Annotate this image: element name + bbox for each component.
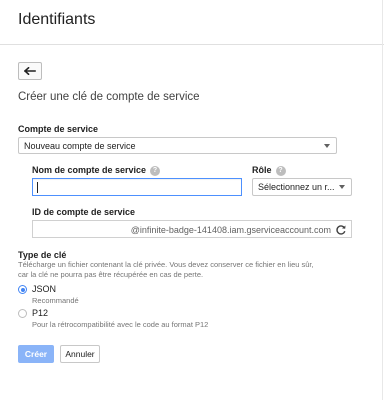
json-hint: Recommandé	[32, 296, 79, 305]
json-label[interactable]: JSON	[32, 284, 56, 294]
service-account-selected: Nouveau compte de service	[24, 140, 136, 151]
help-icon[interactable]: ?	[150, 165, 161, 176]
service-account-select[interactable]: Nouveau compte de service	[18, 137, 337, 154]
key-type-label: Type de clé	[18, 250, 67, 260]
create-button[interactable]: Créer	[18, 345, 54, 363]
help-icon[interactable]: ?	[275, 165, 286, 176]
service-account-label: Compte de service	[18, 124, 99, 134]
form-subtitle: Créer une clé de compte de service	[18, 91, 200, 103]
caret-down-icon	[339, 185, 345, 189]
account-id-value: @infinite-badge-141408.iam.gserviceaccou…	[130, 225, 331, 235]
cancel-button[interactable]: Annuler	[60, 345, 100, 363]
role-label-row: Rôle?	[252, 165, 286, 176]
key-type-description-line2: car la clé ne pourra pas être récupérée …	[18, 270, 204, 279]
account-name-label-row: Nom de compte de service?	[32, 165, 161, 176]
account-id-field[interactable]: @infinite-badge-141408.iam.gserviceaccou…	[32, 220, 352, 238]
caret-down-icon	[324, 143, 330, 148]
key-type-description-line1: Télécharge un fichier contenant la clé p…	[18, 260, 314, 269]
account-name-label: Nom de compte de service	[32, 165, 147, 175]
p12-hint: Pour la rétrocompatibilité avec le code …	[32, 320, 209, 329]
page-title: Identifiants	[18, 11, 96, 28]
account-id-label: ID de compte de service	[32, 207, 136, 217]
role-selected: Sélectionnez un r...	[258, 182, 335, 192]
arrow-left-icon	[24, 67, 36, 75]
account-name-input[interactable]	[32, 178, 242, 196]
back-button[interactable]	[18, 62, 42, 80]
p12-radio[interactable]	[18, 309, 27, 318]
text-cursor	[37, 182, 38, 193]
panel-border	[382, 0, 383, 400]
role-label: Rôle	[252, 165, 272, 175]
p12-label[interactable]: P12	[32, 308, 48, 318]
key-type-description: Télécharge un fichier contenant la clé p…	[18, 260, 368, 280]
role-select[interactable]: Sélectionnez un r...	[252, 178, 352, 196]
refresh-icon[interactable]	[335, 224, 347, 236]
json-radio[interactable]	[18, 285, 27, 294]
